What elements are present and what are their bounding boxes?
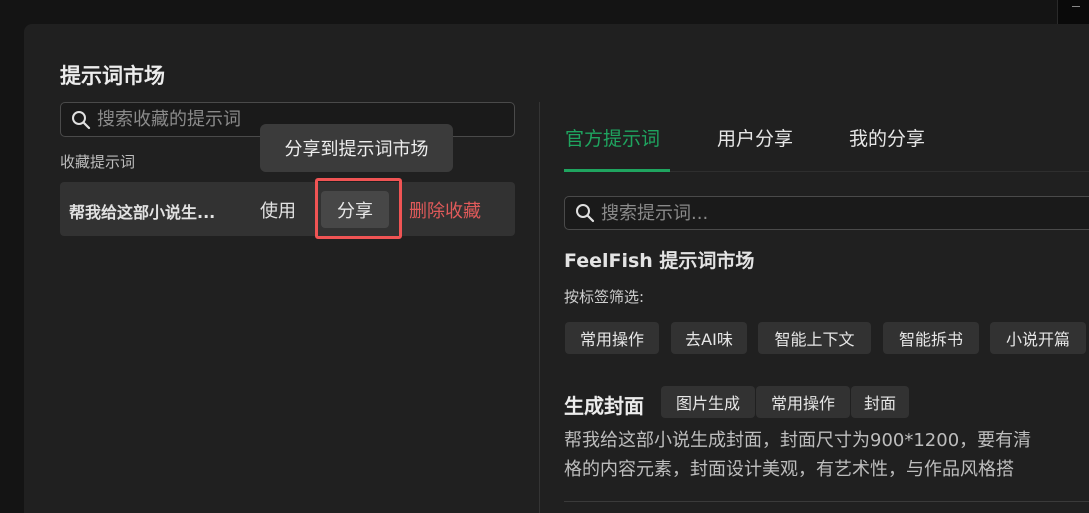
tab-user-shares[interactable]: 用户分享	[717, 124, 793, 151]
tab-official-prompts[interactable]: 官方提示词	[565, 124, 660, 151]
item-separator	[564, 501, 1089, 502]
remove-favorite-button[interactable]: 删除收藏	[409, 197, 481, 223]
prompt-market-dialog: 提示词市场 收藏提示词 帮我给这部小说生... 使用 分享 删除收藏 分享到提示…	[24, 24, 1089, 513]
filter-tag-smart-context[interactable]: 智能上下文	[758, 322, 871, 354]
filter-tag-remove-ai[interactable]: 去AI味	[671, 322, 747, 354]
search-icon	[71, 110, 91, 130]
prompt-item-tag: 图片生成	[661, 386, 755, 418]
market-search-box[interactable]	[564, 196, 1089, 230]
description-line: 帮我给这部小说生成封面，封面尺寸为900*1200，要有清	[564, 430, 1032, 451]
market-title: FeelFish 提示词市场	[564, 250, 755, 272]
dialog-title: 提示词市场	[60, 64, 165, 88]
use-button[interactable]: 使用	[260, 197, 296, 223]
prompt-item-description: 帮我给这部小说生成封面，封面尺寸为900*1200，要有清 格的内容元素，封面设…	[564, 426, 1089, 484]
background-window-edge	[1057, 0, 1089, 24]
tab-my-shares[interactable]: 我的分享	[849, 124, 925, 151]
panel-divider	[539, 102, 540, 513]
prompt-item-tag: 封面	[851, 386, 909, 418]
filter-tag-smart-split[interactable]: 智能拆书	[883, 322, 979, 354]
favorites-section-label: 收藏提示词	[60, 153, 136, 171]
favorite-prompt-title: 帮我给这部小说生...	[69, 203, 216, 222]
share-button[interactable]: 分享	[321, 191, 389, 228]
market-search-input[interactable]	[601, 202, 1001, 224]
prompt-item-title: 生成封面	[564, 394, 644, 418]
description-line: 格的内容元素，封面设计美观，有艺术性，与作品风格搭	[564, 459, 1014, 480]
filter-label: 按标签筛选:	[564, 288, 645, 306]
filter-tag-novel-opening[interactable]: 小说开篇	[990, 322, 1086, 354]
filter-tag-common-ops[interactable]: 常用操作	[565, 322, 659, 354]
search-icon	[575, 203, 595, 223]
share-tooltip: 分享到提示词市场	[260, 124, 453, 172]
favorite-prompt-row: 帮我给这部小说生... 使用 分享 删除收藏	[60, 178, 515, 239]
prompt-item-tag: 常用操作	[756, 386, 850, 418]
active-tab-indicator	[564, 169, 670, 172]
background-window-mark	[1072, 6, 1080, 7]
